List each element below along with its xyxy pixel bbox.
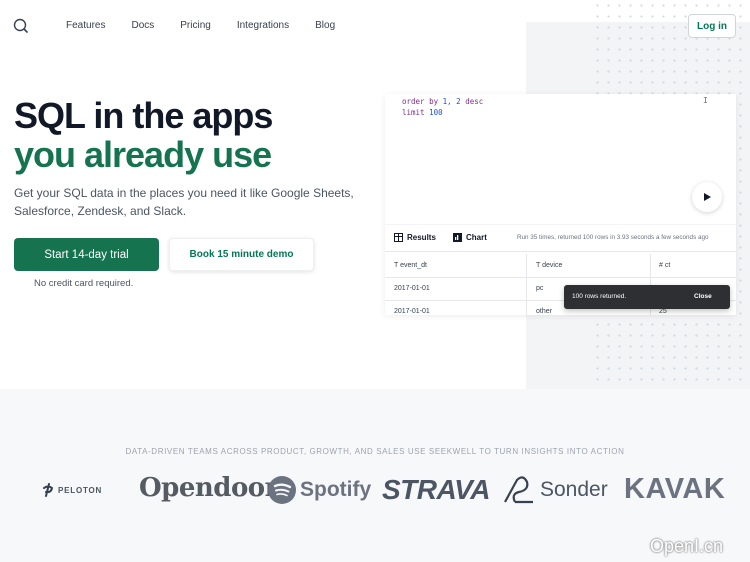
tab-chart-label: Chart: [466, 233, 487, 242]
play-icon: [704, 193, 711, 201]
main-nav: Features Docs Pricing Integrations Blog: [66, 20, 361, 31]
nav-blog[interactable]: Blog: [315, 20, 335, 31]
sql-keyword: order by: [402, 97, 443, 106]
tab-results-label: Results: [407, 233, 436, 242]
sql-number: 1, 2: [442, 97, 461, 106]
cell-ct: 25: [659, 308, 667, 315]
rows-returned-toast: 100 rows returned. Close: [564, 285, 730, 309]
nav-features[interactable]: Features: [66, 20, 105, 31]
start-trial-button[interactable]: Start 14-day trial: [14, 238, 159, 271]
nav-pricing[interactable]: Pricing: [180, 20, 211, 31]
tab-results[interactable]: Results: [394, 233, 436, 242]
cell-device: pc: [536, 285, 544, 292]
table-icon: [394, 233, 403, 242]
toast-close-button[interactable]: Close: [694, 293, 712, 300]
column-header-event-dt[interactable]: T event_dt: [394, 262, 427, 269]
sonder-logo: Sonder: [503, 476, 608, 504]
text-type-icon: T: [394, 262, 399, 269]
toast-message: 100 rows returned.: [572, 293, 627, 300]
nav-integrations[interactable]: Integrations: [237, 20, 289, 31]
hero-title-line1: SQL in the apps: [14, 95, 273, 136]
run-query-button[interactable]: [692, 182, 722, 212]
spotify-logo: Spotify: [268, 476, 371, 504]
bar-chart-icon: [453, 233, 462, 242]
opendoor-logo: Opendoor: [139, 473, 278, 503]
no-credit-card-note: No credit card required.: [34, 278, 134, 289]
app-preview-card: order by 1, 2 desc limit 100 I Results C…: [385, 94, 736, 315]
tab-chart[interactable]: Chart: [453, 233, 487, 242]
cell-event-dt: 2017-01-01: [394, 285, 430, 292]
text-cursor-icon: I: [703, 96, 708, 105]
results-tabs: Results Chart Run 35 times, returned 100…: [385, 224, 736, 252]
peloton-mark-icon: [43, 483, 54, 497]
spotify-mark-icon: [268, 476, 296, 504]
nav-docs[interactable]: Docs: [131, 20, 154, 31]
column-header-ct[interactable]: # ct: [659, 262, 670, 269]
run-info: Run 35 times, returned 100 rows in 3.93 …: [517, 234, 709, 241]
hero-title-line2: you already use: [14, 134, 272, 175]
sql-keyword: limit: [402, 108, 430, 117]
column-header-device[interactable]: T device: [536, 262, 562, 269]
cell-device: other: [536, 308, 552, 315]
sql-editor[interactable]: order by 1, 2 desc limit 100: [402, 96, 483, 118]
results-grid-header: T event_dt T device # ct: [385, 254, 736, 278]
sql-number: 100: [429, 108, 443, 117]
logos-caption: DATA-DRIVEN TEAMS ACROSS PRODUCT, GROWTH…: [125, 447, 625, 456]
watermark: OpenI.cn: [650, 536, 724, 556]
book-demo-button[interactable]: Book 15 minute demo: [169, 238, 314, 271]
text-type-icon: T: [536, 262, 541, 269]
sql-keyword: desc: [460, 97, 484, 106]
cell-event-dt: 2017-01-01: [394, 308, 430, 315]
hero-lead: Get your SQL data in the places you need…: [14, 186, 354, 218]
login-button[interactable]: Log in: [688, 14, 736, 38]
peloton-logo: PELOTON: [42, 483, 102, 497]
number-type-icon: #: [659, 262, 663, 269]
seekwell-logo-icon[interactable]: [13, 18, 29, 34]
kavak-logo: KAVAK: [624, 473, 726, 505]
strava-logo: STRAVA: [382, 474, 490, 505]
sonder-mark-icon: [504, 476, 533, 504]
